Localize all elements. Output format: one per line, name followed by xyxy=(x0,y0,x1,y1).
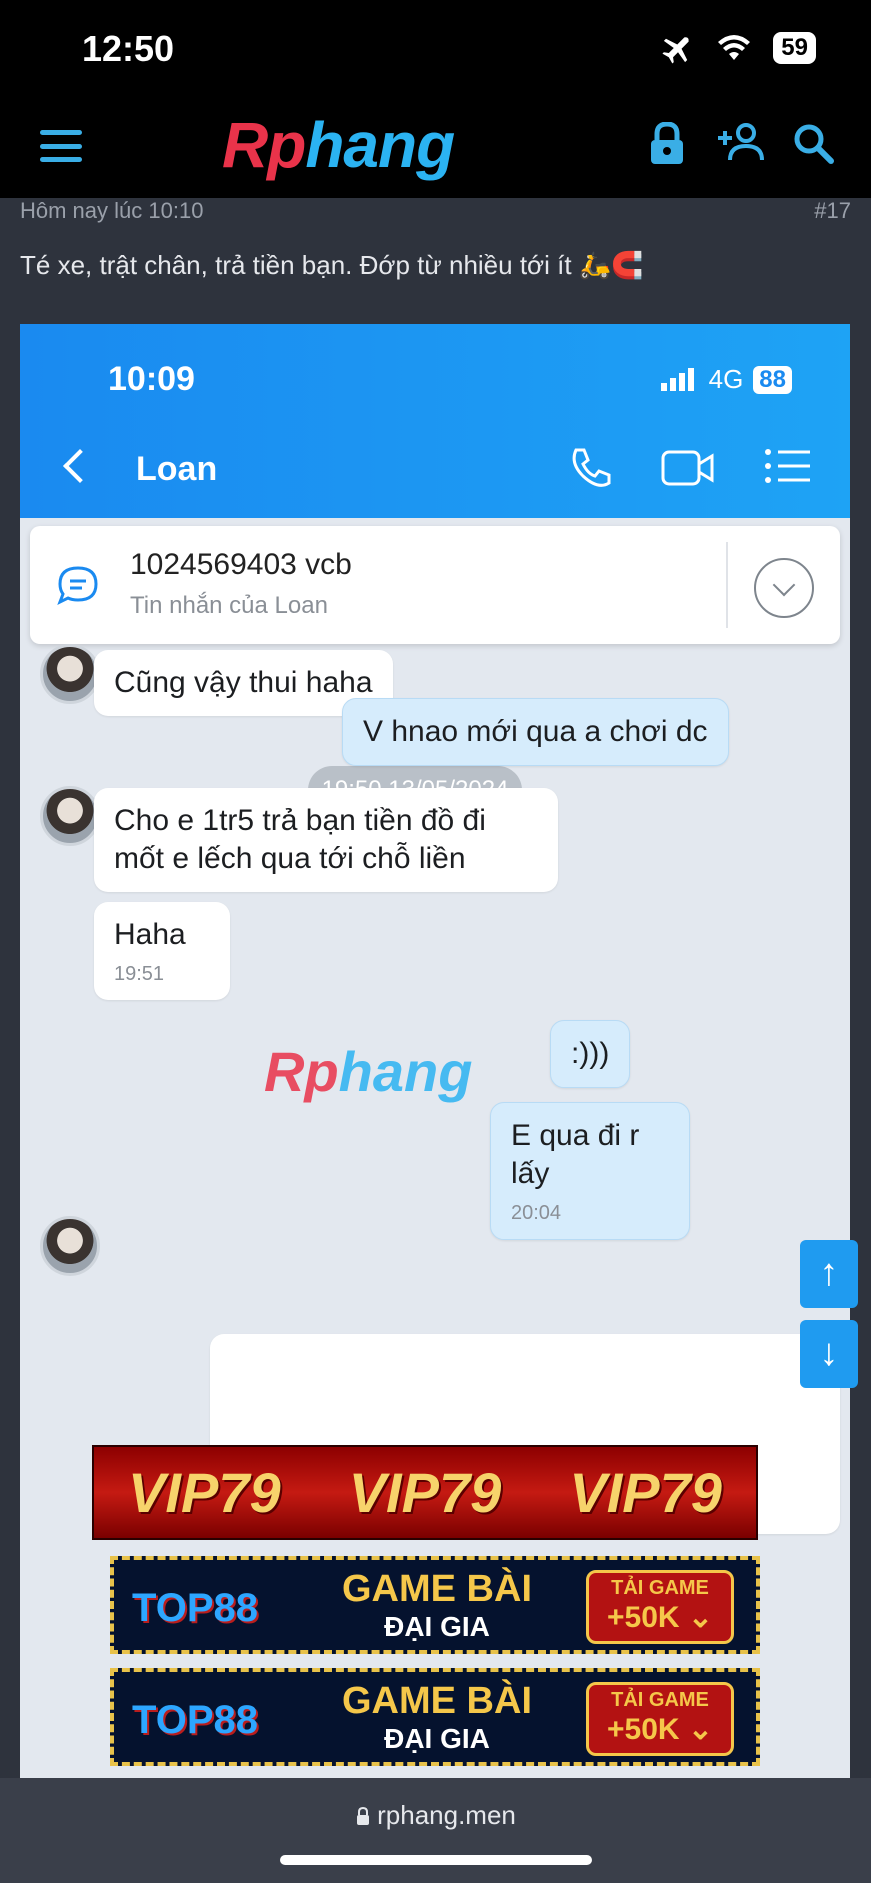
battery-indicator: 59 xyxy=(773,32,816,64)
url-text: rphang.men xyxy=(377,1800,516,1830)
post-time: Hôm nay lúc 10:10 xyxy=(20,198,204,223)
scroll-up-button[interactable]: ↑ xyxy=(800,1240,858,1308)
ad-logo: TOP88 xyxy=(132,1586,258,1630)
wifi-icon xyxy=(718,35,751,60)
ad-banner-top88[interactable]: TOP88 GAME BÀI ĐẠI GIA TẢI GAME +50K ⌄ xyxy=(110,1668,760,1766)
ad-cta[interactable]: TẢI GAME +50K ⌄ xyxy=(586,1570,734,1644)
ad-cta[interactable]: TẢI GAME +50K ⌄ xyxy=(586,1682,734,1756)
chat-header: 10:09 4G 88 Loan xyxy=(20,324,850,518)
status-icons: 59 xyxy=(661,32,816,64)
lock-icon[interactable] xyxy=(648,122,686,166)
chat-status-time: 10:09 xyxy=(108,360,195,398)
message-icon xyxy=(57,566,98,606)
chat-status-icons: 4G 88 xyxy=(659,364,792,395)
site-logo[interactable]: Rphang xyxy=(222,108,455,182)
chevron-down-icon xyxy=(754,558,814,618)
lock-icon xyxy=(357,1806,370,1825)
status-bar: 12:50 59 xyxy=(0,0,871,100)
ad-headline: GAME BÀI ĐẠI GIA xyxy=(342,1680,532,1754)
pinned-title: 1024569403 vcb xyxy=(130,548,352,581)
avatar xyxy=(40,1216,100,1276)
home-indicator[interactable] xyxy=(280,1855,592,1865)
post-meta: Hôm nay lúc 10:10 #17 xyxy=(20,198,851,224)
post-number[interactable]: #17 xyxy=(814,198,851,224)
watermark-logo: Rphang xyxy=(264,1040,473,1103)
pinned-subtitle: Tin nhắn của Loan xyxy=(130,592,328,619)
divider xyxy=(726,542,728,628)
message-bubble-sent: E qua đi r lấy 20:04 xyxy=(490,1102,690,1240)
message-bubble-sent: V hnao mới qua a chơi dc xyxy=(342,698,729,766)
list-icon xyxy=(765,449,810,483)
message-time: 20:04 xyxy=(511,1202,562,1224)
message-time: 19:51 xyxy=(114,963,165,985)
network-label: 4G xyxy=(708,364,744,394)
video-call-icon xyxy=(661,450,714,486)
avatar xyxy=(40,644,100,704)
search-icon[interactable] xyxy=(792,122,834,164)
airplane-icon xyxy=(662,37,689,64)
ad-banner-vip79[interactable]: VIP79 VIP79 VIP79 xyxy=(92,1445,758,1540)
message-text: Haha xyxy=(114,918,186,951)
chat-battery: 88 xyxy=(753,365,792,394)
post-text: Té xe, trật chân, trả tiền bạn. Đớp từ n… xyxy=(20,250,644,280)
url-bar[interactable]: rphang.men xyxy=(0,1800,871,1831)
chat-title: Loan xyxy=(136,450,218,488)
ad-vip-text: VIP79 xyxy=(569,1461,722,1524)
menu-icon[interactable] xyxy=(40,130,82,162)
close-ad-button[interactable]: ✕ xyxy=(762,1448,812,1498)
phone-icon xyxy=(572,448,611,487)
ad-vip-text: VIP79 xyxy=(128,1461,281,1524)
ad-logo: TOP88 xyxy=(132,1698,258,1742)
message-bubble: Cho e 1tr5 trả bạn tiền đồ đi mốt e lếch… xyxy=(94,788,558,892)
avatar xyxy=(40,786,100,846)
pinned-message: 1024569403 vcb Tin nhắn của Loan xyxy=(30,526,840,644)
status-time: 12:50 xyxy=(82,28,175,69)
message-text: E qua đi r lấy xyxy=(511,1119,640,1190)
ad-vip-text: VIP79 xyxy=(348,1461,502,1524)
ad-headline: GAME BÀI ĐẠI GIA xyxy=(342,1568,532,1642)
signal-icon xyxy=(660,367,694,391)
message-bubble-sent: :))) xyxy=(550,1020,631,1088)
back-icon xyxy=(63,449,97,483)
add-user-icon[interactable] xyxy=(716,122,764,162)
message-bubble: Haha 19:51 xyxy=(94,902,230,1000)
pinned-text: 1024569403 vcb Tin nhắn của Loan xyxy=(130,548,352,620)
scroll-down-button[interactable]: ↓ xyxy=(800,1320,858,1388)
ad-banner-top88[interactable]: TOP88 GAME BÀI ĐẠI GIA TẢI GAME +50K ⌄ xyxy=(110,1556,760,1654)
